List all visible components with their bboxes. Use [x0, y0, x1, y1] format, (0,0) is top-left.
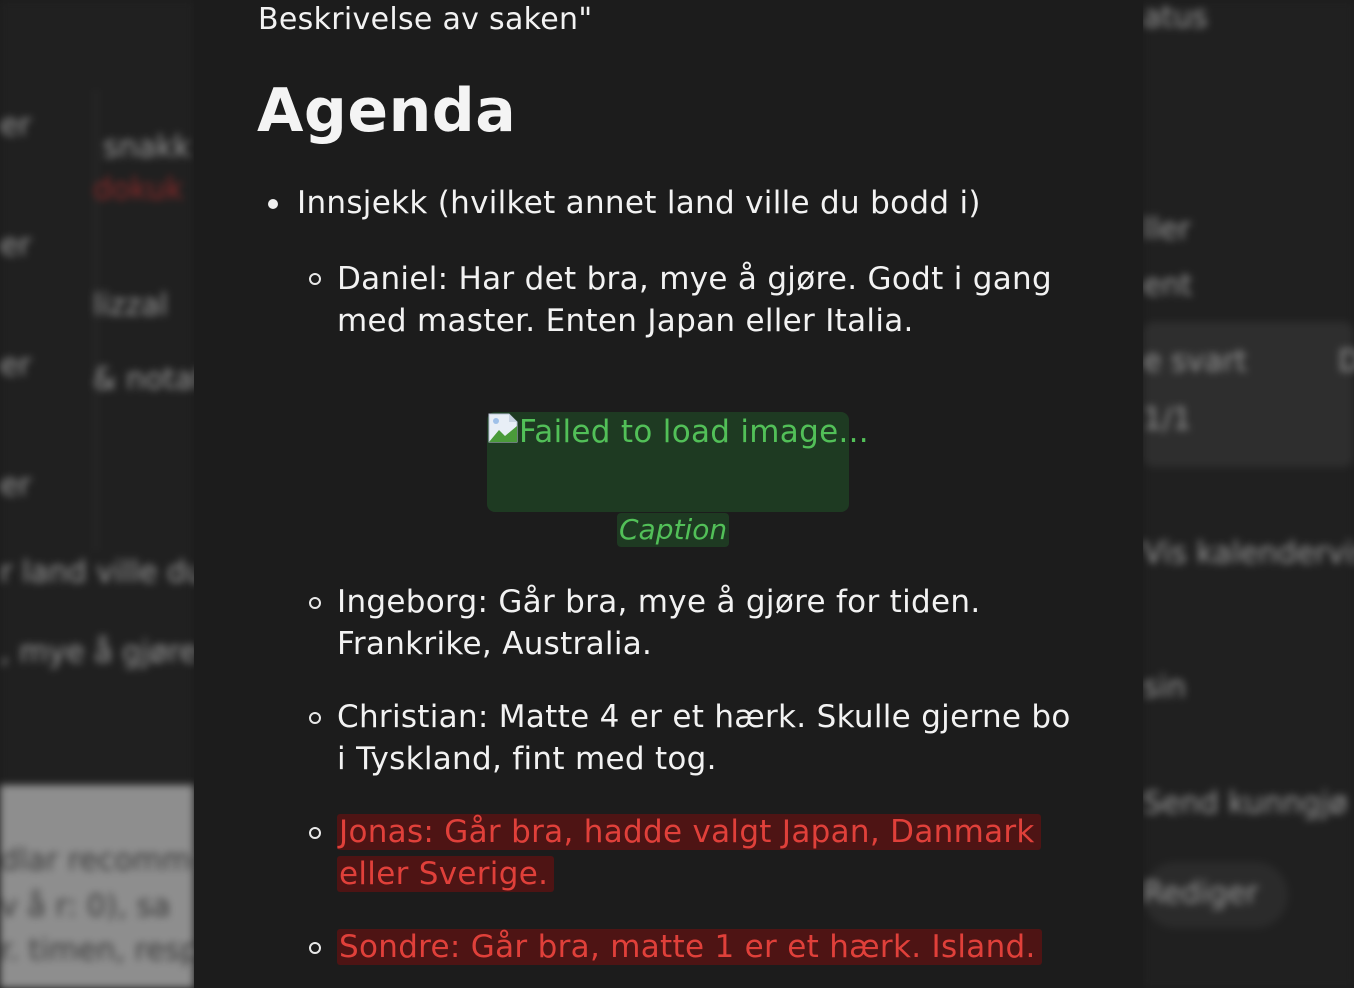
bg-fragment: v å r: 0), sa: [0, 889, 171, 924]
bg-fragment: ller: [1143, 212, 1191, 247]
bg-fragment: r land ville du: [0, 555, 205, 590]
background-left-panel: er snakk dokuk er lizzal er & notat er r…: [0, 0, 210, 988]
bg-fragment: Send kunngjø: [1143, 786, 1348, 821]
list-item-highlighted: Sondre: Går bra, matte 1 er et hærk. Isl…: [337, 926, 1077, 968]
bg-fragment: r. timen, resp: [0, 933, 200, 968]
bg-fragment: 1/1: [1143, 402, 1192, 437]
document-modal: Beskrivelse av saken" Agenda Innsjekk (h…: [194, 0, 1143, 988]
background-bottom-panel: dlar recomme v å r: 0), sa r. timen, res…: [0, 785, 210, 988]
agenda-heading: Agenda: [257, 76, 517, 146]
bg-fragment: & notat: [93, 362, 206, 397]
bg-fragment: lizzal: [93, 288, 168, 323]
bg-fragment: dokuk: [93, 172, 184, 207]
red-highlight: Sondre: Går bra, matte 1 er et hærk. Isl…: [337, 929, 1042, 965]
bg-fragment: er: [0, 468, 31, 503]
list-item: Innsjekk (hvilket annet land ville du bo…: [297, 185, 981, 221]
bg-fragment: er: [0, 348, 31, 383]
bg-fragment: dlar recomme: [0, 843, 210, 878]
bg-fragment: , mye å gjøre: [0, 635, 198, 670]
bullet-icon: [268, 199, 278, 209]
bg-fragment: D: [1338, 344, 1354, 379]
bg-fragment: Rediger: [1143, 876, 1259, 911]
list-item: Daniel: Har det bra, mye å gjøre. Godt i…: [337, 261, 1052, 339]
circle-bullet-icon: [309, 942, 321, 954]
bg-fragment: Vis kalendervis: [1143, 536, 1354, 571]
background-right-panel: atus ller ent e svart D 1/1 Vis kalender…: [1143, 0, 1354, 988]
background-card: e svart D 1/1: [1143, 322, 1354, 467]
image-caption[interactable]: Caption: [617, 513, 730, 547]
circle-bullet-icon: [309, 712, 321, 724]
red-highlight: Jonas: Går bra, hadde valgt Japan, Danma…: [337, 814, 1041, 892]
bg-fragment: er: [0, 108, 31, 143]
bg-fragment: er: [0, 228, 31, 263]
circle-bullet-icon: [309, 273, 321, 285]
background-pill-button: Rediger: [1143, 862, 1288, 928]
description-text: Beskrivelse av saken": [258, 2, 593, 37]
app-stage: er snakk dokuk er lizzal er & notat er r…: [0, 0, 1354, 988]
list-item-highlighted: Jonas: Går bra, hadde valgt Japan, Danma…: [337, 811, 1077, 895]
circle-bullet-icon: [309, 827, 321, 839]
bg-fragment: sin: [1143, 670, 1186, 705]
circle-bullet-icon: [309, 597, 321, 609]
bg-fragment: e svart: [1143, 344, 1247, 379]
bg-fragment: ent: [1143, 268, 1193, 303]
image-placeholder[interactable]: Failed to load image...: [487, 412, 869, 512]
bg-fragment: snakk: [103, 130, 191, 165]
broken-image-icon: [488, 413, 518, 443]
bg-fragment: atus: [1143, 0, 1208, 35]
list-item: Christian: Matte 4 er et hærk. Skulle gj…: [337, 699, 1071, 777]
image-alt-text: Failed to load image...: [519, 414, 869, 450]
list-item: Ingeborg: Går bra, mye å gjøre for tiden…: [337, 584, 981, 662]
